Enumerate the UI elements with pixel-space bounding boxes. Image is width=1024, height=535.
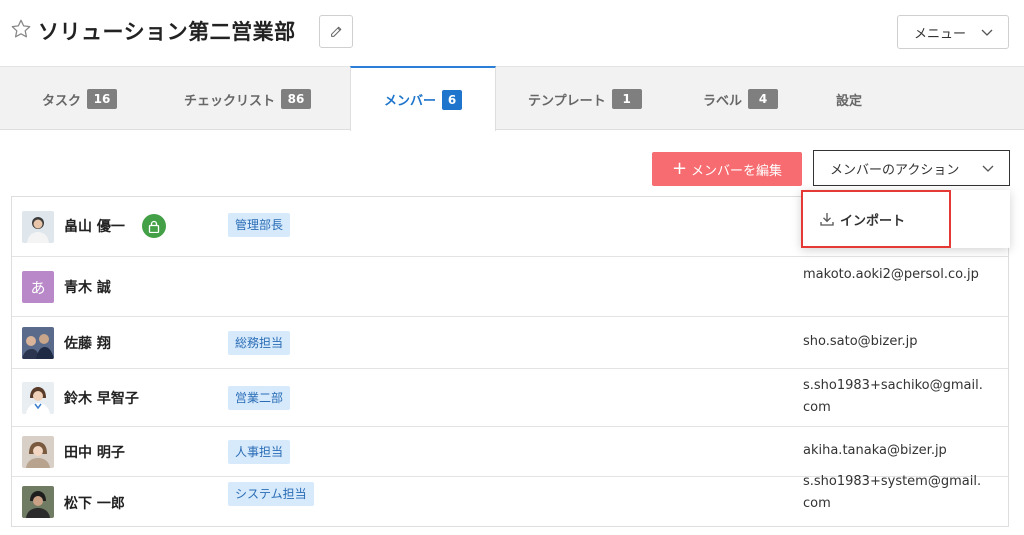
member-email: makoto.aoki2@persol.co.jp <box>803 267 979 282</box>
tab-label: チェックリスト <box>184 93 276 109</box>
plus-icon: + <box>671 158 688 179</box>
tab-count-badge: 86 <box>281 89 312 109</box>
member-row[interactable]: 田中 明子 人事担当 akiha.tanaka@bizer.jp <box>12 427 1008 477</box>
import-menu-item[interactable]: インポート <box>801 190 951 248</box>
tab-label: メンバー <box>383 94 436 109</box>
role-badge: 総務担当 <box>228 331 291 355</box>
tab-count-badge: 4 <box>748 89 779 109</box>
member-email: sho.sato@bizer.jp <box>803 334 918 349</box>
tab-label: 設定 <box>836 93 863 109</box>
tab-count-badge: 6 <box>442 89 462 110</box>
avatar <box>22 327 54 359</box>
chevron-down-icon <box>982 165 994 172</box>
tab-settings[interactable]: 設定 <box>836 67 862 131</box>
member-actions-label: メンバーのアクション <box>830 162 960 178</box>
star-icon[interactable] <box>10 18 32 40</box>
role-badge: 営業二部 <box>228 386 291 410</box>
avatar <box>22 382 54 414</box>
member-name: 佐藤 翔 <box>64 336 111 352</box>
member-name: 松下 一郎 <box>64 496 125 512</box>
member-name: 鈴木 早智子 <box>64 391 139 407</box>
member-name: 田中 明子 <box>64 445 125 461</box>
download-icon <box>820 213 834 226</box>
page-header: ソリューション第二営業部 メニュー <box>0 0 1024 66</box>
lock-icon <box>142 214 166 238</box>
import-label: インポート <box>840 213 906 229</box>
menu-label: メニュー <box>914 26 967 42</box>
edit-title-button[interactable] <box>319 15 353 48</box>
avatar <box>22 436 54 468</box>
member-name: 畠山 優一 <box>64 219 125 235</box>
member-actions-dropdown: インポート <box>801 190 1010 248</box>
avatar <box>22 486 54 518</box>
member-email: akiha.tanaka@bizer.jp <box>803 443 947 458</box>
member-email: s.sho1983+sachiko@gmail.com <box>803 378 983 415</box>
tab-count-badge: 16 <box>87 89 118 109</box>
member-name: 青木 誠 <box>64 280 111 296</box>
member-actions-button[interactable]: メンバーのアクション <box>813 150 1010 186</box>
avatar: あ <box>22 271 54 303</box>
tab-checklists[interactable]: チェックリスト 86 <box>184 67 312 131</box>
page-title: ソリューション第二営業部 <box>38 20 296 44</box>
member-row[interactable]: 鈴木 早智子 営業二部 s.sho1983+sachiko@gmail.com <box>12 369 1008 427</box>
tab-members[interactable]: メンバー 6 <box>350 66 496 131</box>
tab-labels[interactable]: ラベル 4 <box>703 67 779 131</box>
edit-members-label: メンバーを編集 <box>691 163 783 179</box>
pencil-icon <box>331 26 342 37</box>
member-row[interactable]: 松下 一郎 システム担当 s.sho1983+system@gmail.com <box>12 474 1008 528</box>
tab-label: タスク <box>42 93 82 109</box>
avatar <box>22 211 54 243</box>
tab-tasks[interactable]: タスク 16 <box>42 67 118 131</box>
member-row[interactable]: あ 青木 誠 makoto.aoki2@persol.co.jp <box>12 257 1008 317</box>
tab-label: ラベル <box>703 93 743 109</box>
member-email: s.sho1983+system@gmail.com <box>803 474 982 511</box>
tab-templates[interactable]: テンプレート 1 <box>528 67 642 131</box>
role-badge: 人事担当 <box>228 440 291 464</box>
edit-members-button[interactable]: + メンバーを編集 <box>652 152 802 186</box>
role-badge: 管理部長 <box>228 213 291 237</box>
tab-count-badge: 1 <box>611 89 642 109</box>
tab-bar: タスク 16 チェックリスト 86 メンバー 6 テンプレート 1 ラベル 4 … <box>0 66 1024 131</box>
role-badge: システム担当 <box>228 482 314 506</box>
chevron-down-icon <box>981 29 993 36</box>
tab-label: テンプレート <box>528 93 606 109</box>
member-row[interactable]: 佐藤 翔 総務担当 sho.sato@bizer.jp <box>12 317 1008 369</box>
menu-dropdown-button[interactable]: メニュー <box>897 15 1009 49</box>
